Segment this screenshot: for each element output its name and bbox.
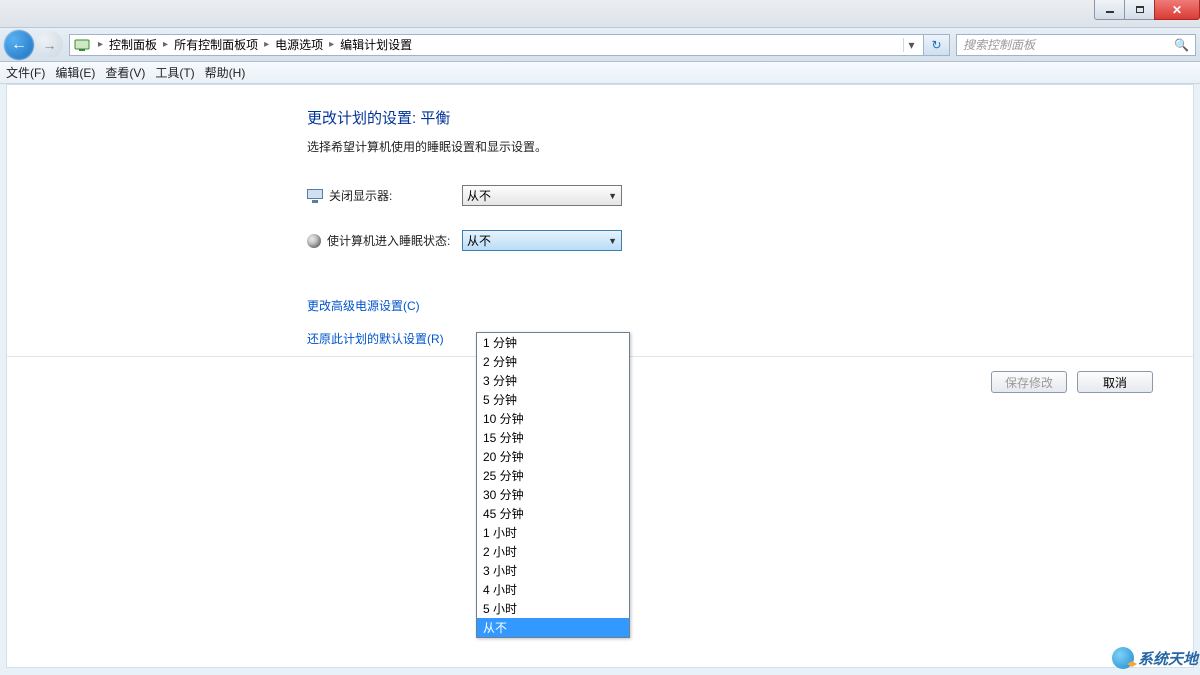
label-text: 使计算机进入睡眠状态: <box>327 232 450 249</box>
close-button[interactable]: ✕ <box>1154 0 1200 20</box>
minimize-icon <box>1106 11 1114 13</box>
content-panel: 更改计划的设置: 平衡 选择希望计算机使用的睡眠设置和显示设置。 关闭显示器: … <box>6 84 1194 668</box>
breadcrumb-item[interactable]: 所有控制面板项 <box>170 36 262 53</box>
search-placeholder: 搜索控制面板 <box>963 36 1174 53</box>
globe-icon <box>1112 647 1134 669</box>
forward-button[interactable]: → <box>36 31 63 58</box>
navigation-bar: ← → ▸ 控制面板 ▸ 所有控制面板项 ▸ 电源选项 ▸ 编辑计划设置 ▾ ↻… <box>0 28 1200 62</box>
dropdown-option[interactable]: 15 分钟 <box>477 428 629 447</box>
dropdown-option[interactable]: 5 分钟 <box>477 390 629 409</box>
back-button[interactable]: ← <box>4 30 34 60</box>
page-title: 更改计划的设置: 平衡 <box>307 107 1193 128</box>
chevron-right-icon: ▸ <box>161 39 170 50</box>
dropdown-option[interactable]: 3 小时 <box>477 561 629 580</box>
minimize-button[interactable] <box>1094 0 1124 20</box>
breadcrumb-item[interactable]: 电源选项 <box>271 36 327 53</box>
refresh-button[interactable]: ↻ <box>924 34 950 56</box>
label-text: 关闭显示器: <box>329 187 392 204</box>
dropdown-option[interactable]: 4 小时 <box>477 580 629 599</box>
close-icon: ✕ <box>1172 3 1182 17</box>
dropdown-option[interactable]: 1 分钟 <box>477 333 629 352</box>
menu-view[interactable]: 查看(V) <box>105 64 145 81</box>
action-buttons: 保存修改 取消 <box>991 371 1153 393</box>
dropdown-option[interactable]: 45 分钟 <box>477 504 629 523</box>
dropdown-option[interactable]: 20 分钟 <box>477 447 629 466</box>
chevron-down-icon: ▼ <box>608 236 617 246</box>
address-bar[interactable]: ▸ 控制面板 ▸ 所有控制面板项 ▸ 电源选项 ▸ 编辑计划设置 ▾ <box>69 34 924 56</box>
chevron-down-icon: ▼ <box>608 191 617 201</box>
window-controls: ✕ <box>1094 0 1200 20</box>
menu-bar: 文件(F) 编辑(E) 查看(V) 工具(T) 帮助(H) <box>0 62 1200 84</box>
dropdown-option[interactable]: 10 分钟 <box>477 409 629 428</box>
moon-icon <box>307 234 321 248</box>
search-box[interactable]: 搜索控制面板 🔍 <box>956 34 1196 56</box>
dropdown-option[interactable]: 30 分钟 <box>477 485 629 504</box>
combo-value: 从不 <box>467 187 491 204</box>
monitor-icon <box>307 189 323 203</box>
sleep-combo[interactable]: 从不 ▼ <box>462 230 622 251</box>
watermark-text: 系统天地 <box>1138 648 1198 669</box>
sleep-dropdown-list[interactable]: 1 分钟2 分钟3 分钟5 分钟10 分钟15 分钟20 分钟25 分钟30 分… <box>476 332 630 638</box>
chevron-right-icon: ▸ <box>262 39 271 50</box>
control-panel-icon <box>74 37 90 53</box>
turn-off-display-label: 关闭显示器: <box>307 187 462 204</box>
dropdown-option[interactable]: 5 小时 <box>477 599 629 618</box>
cancel-button[interactable]: 取消 <box>1077 371 1153 393</box>
refresh-icon: ↻ <box>931 38 941 52</box>
settings-grid: 关闭显示器: 从不 ▼ 使计算机进入睡眠状态: 从不 ▼ <box>307 185 1193 251</box>
combo-value: 从不 <box>467 232 491 249</box>
chevron-right-icon: ▸ <box>96 39 105 50</box>
arrow-left-icon: ← <box>11 36 27 54</box>
advanced-settings-link[interactable]: 更改高级电源设置(C) <box>307 297 1193 314</box>
menu-edit[interactable]: 编辑(E) <box>55 64 95 81</box>
watermark: 系统天地 <box>1112 647 1200 669</box>
breadcrumb-item[interactable]: 控制面板 <box>105 36 161 53</box>
breadcrumb: ▸ 控制面板 ▸ 所有控制面板项 ▸ 电源选项 ▸ 编辑计划设置 <box>96 36 899 53</box>
dropdown-option[interactable]: 3 分钟 <box>477 371 629 390</box>
page-description: 选择希望计算机使用的睡眠设置和显示设置。 <box>307 138 1193 155</box>
turn-off-display-combo[interactable]: 从不 ▼ <box>462 185 622 206</box>
dropdown-option[interactable]: 1 小时 <box>477 523 629 542</box>
breadcrumb-item[interactable]: 编辑计划设置 <box>336 36 416 53</box>
sleep-label: 使计算机进入睡眠状态: <box>307 232 462 249</box>
links-section: 更改高级电源设置(C) 还原此计划的默认设置(R) <box>307 297 1193 347</box>
maximize-icon <box>1136 6 1144 13</box>
dropdown-option[interactable]: 2 分钟 <box>477 352 629 371</box>
chevron-right-icon: ▸ <box>327 39 336 50</box>
dropdown-option[interactable]: 2 小时 <box>477 542 629 561</box>
title-bar: ✕ <box>0 0 1200 28</box>
address-dropdown-button[interactable]: ▾ <box>903 38 919 52</box>
menu-help[interactable]: 帮助(H) <box>205 64 246 81</box>
menu-file[interactable]: 文件(F) <box>6 64 45 81</box>
arrow-right-icon: → <box>43 37 57 53</box>
save-button[interactable]: 保存修改 <box>991 371 1067 393</box>
menu-tools[interactable]: 工具(T) <box>155 64 194 81</box>
chevron-down-icon: ▾ <box>908 38 914 52</box>
search-icon: 🔍 <box>1174 38 1189 52</box>
dropdown-option[interactable]: 从不 <box>477 618 629 637</box>
dropdown-option[interactable]: 25 分钟 <box>477 466 629 485</box>
maximize-button[interactable] <box>1124 0 1154 20</box>
restore-defaults-link[interactable]: 还原此计划的默认设置(R) <box>307 330 1193 347</box>
